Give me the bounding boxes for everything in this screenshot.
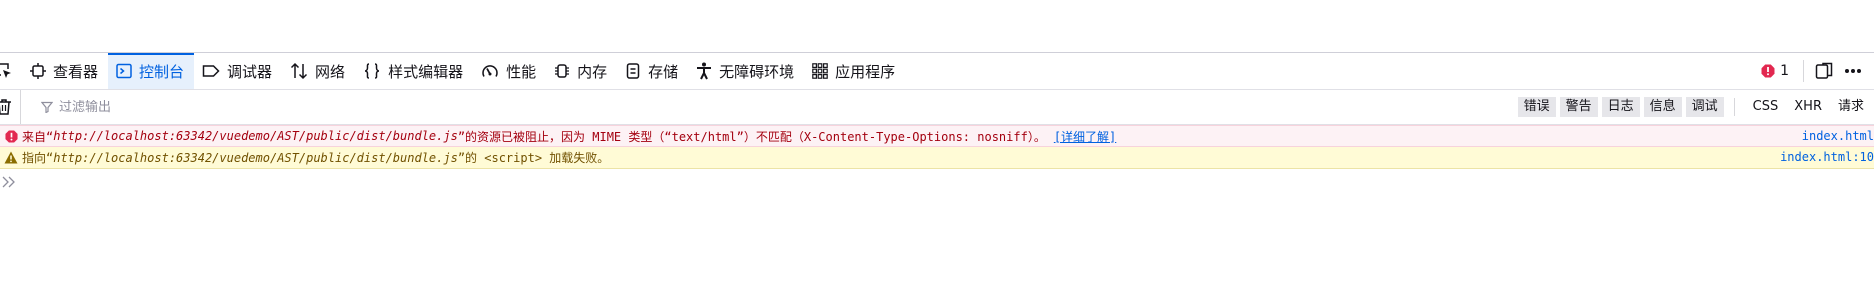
filter-warnings-button[interactable]: 警告 <box>1559 97 1598 117</box>
element-picker-button[interactable] <box>0 53 22 89</box>
page-blank-area <box>0 0 1874 53</box>
toolbar-right-controls: 1 <box>1761 53 1874 89</box>
filter-errors-button[interactable]: 错误 <box>1517 97 1556 117</box>
tab-console[interactable]: 控制台 <box>108 53 195 89</box>
dock-side-icon <box>1815 62 1833 79</box>
tab-inspector[interactable]: 查看器 <box>22 53 108 89</box>
error-icon <box>1761 64 1775 78</box>
learn-more-link[interactable]: [详细了解] <box>1054 128 1116 145</box>
filter-output-input[interactable] <box>59 99 359 115</box>
tab-inspector-label: 查看器 <box>53 62 99 81</box>
error-count-badge[interactable]: 1 <box>1761 60 1804 82</box>
warning-icon-cell <box>0 151 22 164</box>
tab-storage-label: 存储 <box>648 62 679 81</box>
filter-xhr-button[interactable]: XHR <box>1786 97 1830 117</box>
console-icon <box>116 63 132 79</box>
tab-style-editor[interactable]: 样式编辑器 <box>355 53 473 89</box>
message-source-location[interactable]: index.html:10 <box>1774 147 1874 167</box>
tab-style-editor-label: 样式编辑器 <box>388 62 464 81</box>
filter-css-button[interactable]: CSS <box>1745 97 1787 117</box>
performance-icon <box>482 65 498 77</box>
error-icon-cell <box>0 129 22 143</box>
dock-toggle-button[interactable] <box>1804 53 1844 89</box>
error-icon <box>4 129 18 143</box>
filter-separator <box>1733 98 1735 116</box>
tab-memory-label: 内存 <box>577 62 608 81</box>
filter-info-button[interactable]: 信息 <box>1643 97 1682 117</box>
application-icon <box>812 63 828 79</box>
storage-icon <box>626 63 640 79</box>
tab-storage[interactable]: 存储 <box>617 53 688 89</box>
more-options-button[interactable] <box>1844 53 1874 89</box>
tab-network-label: 网络 <box>315 62 346 81</box>
warning-icon <box>4 151 18 164</box>
more-options-icon <box>1845 69 1861 73</box>
tab-accessibility-label: 无障碍环境 <box>719 62 795 81</box>
filter-debug-button[interactable]: 调试 <box>1685 97 1724 117</box>
log-level-filters: 错误 警告 日志 信息 调试 CSS XHR 请求 <box>1514 90 1874 124</box>
inspector-icon <box>30 63 46 79</box>
message-prefix: 来自“ <box>22 129 54 144</box>
accessibility-icon <box>697 62 712 80</box>
filter-output-field <box>21 99 359 115</box>
message-source-location[interactable]: index.html <box>1795 126 1874 146</box>
tab-application-label: 应用程序 <box>835 62 896 81</box>
filter-icon <box>41 101 53 113</box>
message-text: ”的 <script> 加载失败。 <box>457 151 610 165</box>
tab-debugger-label: 调试器 <box>227 62 273 81</box>
console-filter-bar: 错误 警告 日志 信息 调试 CSS XHR 请求 <box>0 90 1874 125</box>
debugger-icon <box>202 65 220 77</box>
style-editor-icon <box>364 63 380 79</box>
trash-icon <box>0 99 11 115</box>
chevron-prompt-icon <box>2 176 15 188</box>
clear-console-button[interactable] <box>0 90 21 124</box>
tab-performance-label: 性能 <box>506 62 537 81</box>
memory-icon <box>555 64 570 78</box>
filter-logs-button[interactable]: 日志 <box>1601 97 1640 117</box>
tab-application[interactable]: 应用程序 <box>804 53 905 89</box>
tab-debugger[interactable]: 调试器 <box>194 53 282 89</box>
error-count: 1 <box>1780 63 1789 79</box>
message-prefix: 指向“ <box>22 151 54 165</box>
tab-network[interactable]: 网络 <box>282 53 355 89</box>
tab-console-label: 控制台 <box>139 62 185 81</box>
network-icon <box>291 62 308 80</box>
console-message-error: 来自“ http://localhost:63342/vuedemo/AST/p… <box>0 125 1874 147</box>
tab-performance[interactable]: 性能 <box>473 53 546 89</box>
devtools-toolbar: 查看器 控制台 调试器 网络 样式编辑器 性能 内存 存储 无障碍环境 应用程序… <box>0 53 1874 90</box>
tab-accessibility[interactable]: 无障碍环境 <box>688 53 804 89</box>
message-url: http://localhost:63342/vuedemo/AST/publi… <box>53 129 458 143</box>
tab-memory[interactable]: 内存 <box>546 53 617 89</box>
message-url: http://localhost:63342/vuedemo/AST/publi… <box>53 150 458 165</box>
console-input-row[interactable] <box>0 169 1874 195</box>
message-text: ”的资源已被阻止，因为 MIME 类型（“text/html”）不匹配（X-Co… <box>457 129 1046 144</box>
element-picker-icon <box>0 63 11 78</box>
filter-requests-button[interactable]: 请求 <box>1830 97 1874 117</box>
console-message-warning: 指向“ http://localhost:63342/vuedemo/AST/p… <box>0 147 1874 169</box>
